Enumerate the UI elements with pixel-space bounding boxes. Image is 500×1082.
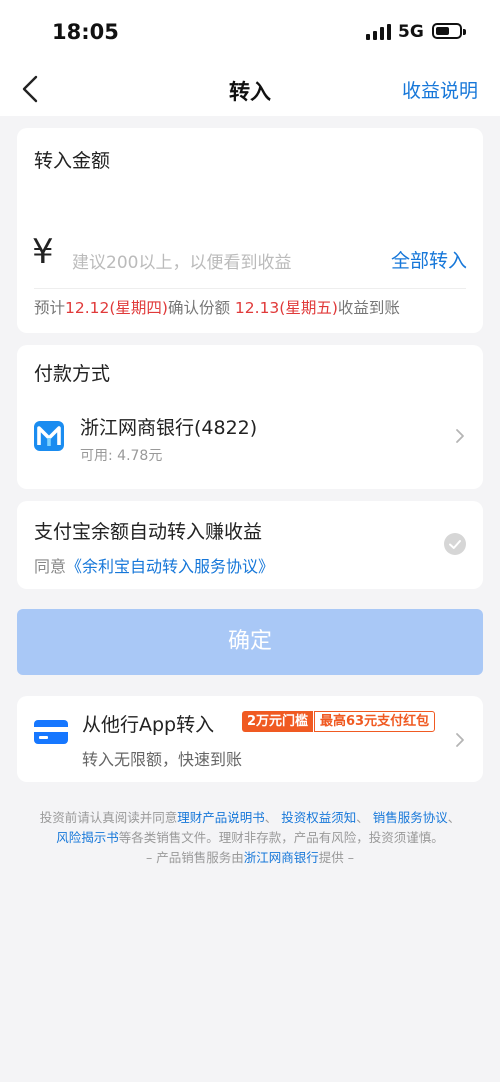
disclaimer-line-3: – 产品销售服务由浙江网商银行提供 – xyxy=(146,850,354,865)
confirm-button[interactable]: 确定 xyxy=(17,609,483,675)
network-label: 5G xyxy=(398,22,424,42)
other-bank-title: 从他行App转入 xyxy=(82,714,215,736)
bank-name: 浙江网商银行(4822) xyxy=(80,417,258,439)
battery-icon xyxy=(432,23,466,39)
bank-card-icon xyxy=(34,720,68,744)
status-time: 18:05 xyxy=(52,20,119,44)
check-icon xyxy=(449,540,461,549)
other-bank-transfer-card[interactable]: 从他行App转入 2万元门槛 最高63元支付红包 转入无限额，快速到账 xyxy=(17,696,483,782)
earnings-explanation-link[interactable]: 收益说明 xyxy=(402,76,478,103)
payment-method-card[interactable]: 付款方式 浙江网商银行(4822) 可用: 4.78元 xyxy=(17,345,483,489)
other-bank-subtitle: 转入无限额，快速到账 xyxy=(82,750,243,769)
disclaimer-line-1: 投资前请认真阅读并同意理财产品说明书、 投资权益须知、 销售服务协议、 xyxy=(39,810,461,825)
agreement-text: 同意《余利宝自动转入服务协议》 xyxy=(34,557,275,576)
mybank-link[interactable]: 浙江网商银行 xyxy=(244,850,319,865)
disclaimer-footer: 投资前请认真阅读并同意理财产品说明书、 投资权益须知、 销售服务协议、 风险揭示… xyxy=(20,808,480,868)
amount-title: 转入金额 xyxy=(34,150,111,172)
signal-icon xyxy=(366,24,391,40)
available-balance: 可用: 4.78元 xyxy=(80,448,163,464)
auto-transfer-card: 支付宝余额自动转入赚收益 同意《余利宝自动转入服务协议》 xyxy=(17,501,483,589)
status-bar: 18:05 5G xyxy=(0,0,500,62)
agreement-link[interactable]: 《余利宝自动转入服务协议》 xyxy=(66,557,274,576)
amount-card: 转入金额 ¥ 建议200以上，以便看到收益 全部转入 预计12.12(星期四)确… xyxy=(17,128,483,333)
threshold-badge: 2万元门槛 xyxy=(242,711,314,732)
mybank-logo-icon xyxy=(34,421,64,451)
reward-badge: 最高63元支付红包 xyxy=(314,711,436,732)
amount-input[interactable]: 建议200以上，以便看到收益 xyxy=(72,248,291,273)
divider xyxy=(34,288,466,289)
nav-bar: 转入 收益说明 xyxy=(0,62,500,116)
confirm-schedule-text: 预计12.12(星期四)确认份额 12.13(星期五)收益到账 xyxy=(34,299,400,317)
payment-title: 付款方式 xyxy=(34,363,111,385)
currency-symbol: ¥ xyxy=(32,232,54,272)
all-in-button[interactable]: 全部转入 xyxy=(391,246,467,273)
chevron-right-icon xyxy=(456,429,464,443)
risk-disclosure-link[interactable]: 风险揭示书 xyxy=(56,830,119,845)
investment-rights-link[interactable]: 投资权益须知 xyxy=(281,810,356,825)
product-manual-link[interactable]: 理财产品说明书 xyxy=(177,810,265,825)
auto-transfer-title: 支付宝余额自动转入赚收益 xyxy=(34,521,263,543)
disclaimer-line-2: 风险揭示书等各类销售文件。理财非存款，产品有风险，投资须谨慎。 xyxy=(56,830,444,845)
chevron-right-icon xyxy=(456,733,464,747)
sales-agreement-link[interactable]: 销售服务协议 xyxy=(373,810,448,825)
auto-transfer-checkbox[interactable] xyxy=(444,533,466,555)
